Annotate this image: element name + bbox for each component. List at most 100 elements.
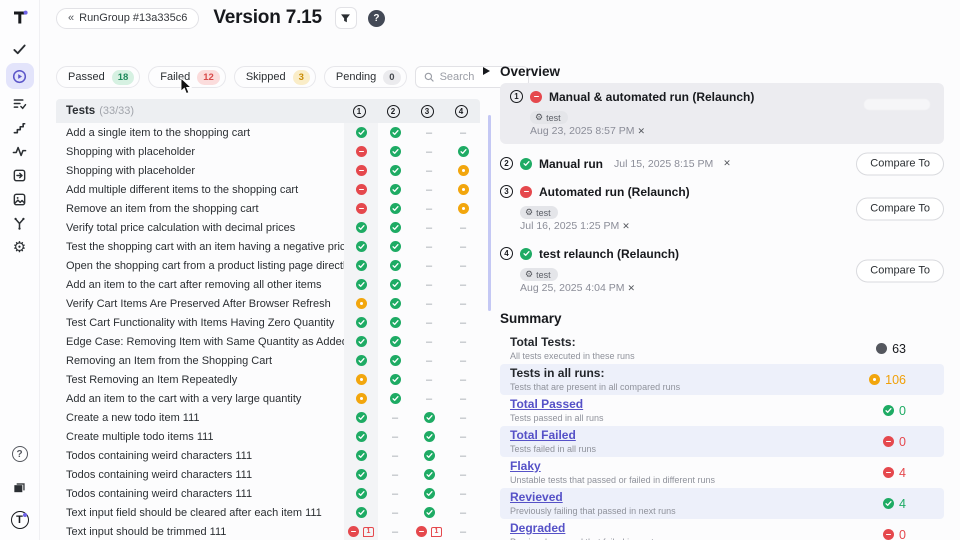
summary-title: Summary xyxy=(500,311,562,326)
summary-label[interactable]: Total Passed xyxy=(510,398,883,411)
passed-icon xyxy=(390,279,401,290)
branch-icon xyxy=(12,216,27,231)
overview-run-3[interactable]: 3Automated run (Relaunch)⚙︎testJul 16, 2… xyxy=(500,180,944,237)
remove-run-icon[interactable]: ✕ xyxy=(638,126,646,137)
table-count: (33/33) xyxy=(99,105,134,117)
summary-desc: Tests failed in all runs xyxy=(510,444,883,454)
test-row[interactable]: Verify total price calculation with deci… xyxy=(56,218,480,237)
overview-run-1[interactable]: 1Manual & automated run (Relaunch)⚙︎test… xyxy=(500,83,944,144)
summary-label: Tests in all runs: xyxy=(510,367,869,380)
hover-ghost xyxy=(864,99,930,110)
test-row[interactable]: Removing an Item from the Shopping Cart–… xyxy=(56,351,480,370)
sidebar-item-branch[interactable] xyxy=(6,211,34,235)
app-logo[interactable] xyxy=(12,0,28,34)
scrollbar-thumb[interactable] xyxy=(488,115,491,311)
comment-count-badge[interactable]: 1 xyxy=(363,527,374,537)
test-name: Shopping with placeholder xyxy=(66,161,344,180)
status-cell xyxy=(446,142,480,161)
sidebar-item-steps[interactable] xyxy=(6,115,34,139)
test-row[interactable]: Text input should be trimmed 1111–1– xyxy=(56,522,480,540)
status-cell xyxy=(344,237,378,256)
no-run-dash: – xyxy=(460,355,466,367)
remove-run-icon[interactable]: ✕ xyxy=(622,221,630,232)
table-header: Tests(33/33) 1234 xyxy=(56,99,480,123)
test-row[interactable]: Test Cart Functionality with Items Havin… xyxy=(56,313,480,332)
filter-button[interactable] xyxy=(335,7,357,29)
no-run-dash: – xyxy=(392,431,398,443)
overview-run-2[interactable]: 2Manual runJul 15, 2025 8:15 PM✕Compare … xyxy=(500,152,944,175)
summary-label[interactable]: Flaky xyxy=(510,460,883,473)
overview-header: Overview xyxy=(500,64,944,79)
passed-icon xyxy=(356,507,367,518)
test-row[interactable]: Add an item to the cart with a very larg… xyxy=(56,389,480,408)
test-row[interactable]: Shopping with placeholder– xyxy=(56,142,480,161)
filter-chip-skipped[interactable]: Skipped3 xyxy=(234,66,316,88)
status-cell: – xyxy=(446,465,480,484)
status-cell: – xyxy=(412,256,446,275)
run-tag[interactable]: ⚙︎test xyxy=(520,206,558,219)
test-row[interactable]: Remove an item from the shopping cart– xyxy=(56,199,480,218)
test-row[interactable]: Add multiple different items to the shop… xyxy=(56,180,480,199)
steps-icon xyxy=(12,120,27,135)
status-cell: – xyxy=(446,370,480,389)
status-cell xyxy=(344,294,378,313)
summary-label[interactable]: Revieved xyxy=(510,491,883,504)
sidebar-item-check[interactable] xyxy=(6,37,34,61)
status-cell: – xyxy=(412,275,446,294)
profile-avatar[interactable]: T xyxy=(6,508,34,532)
test-row[interactable]: Open the shopping cart from a product li… xyxy=(56,256,480,275)
test-row[interactable]: Test Removing an Item Repeatedly–– xyxy=(56,370,480,389)
test-row[interactable]: Add a single item to the shopping cart–– xyxy=(56,123,480,142)
sidebar-item-gear[interactable]: ⚙︎ xyxy=(6,235,34,259)
run-date: Aug 25, 2025 4:04 PM xyxy=(520,282,625,294)
sidebar-item-image[interactable] xyxy=(6,187,34,211)
test-row[interactable]: Create multiple todo items 111–– xyxy=(56,427,480,446)
summary-value: 4 xyxy=(899,497,906,511)
filter-chip-passed[interactable]: Passed18 xyxy=(56,66,140,88)
summary-row: Total Tests:All tests executed in these … xyxy=(500,333,944,364)
remove-run-icon[interactable]: ✕ xyxy=(628,283,636,294)
sidebar-item-box-arrow-in[interactable] xyxy=(6,163,34,187)
collapse-triangle-icon[interactable] xyxy=(483,67,490,75)
back-to-rungroup-button[interactable]: « RunGroup #13a335c6 xyxy=(56,8,199,29)
help-circle-icon[interactable]: ? xyxy=(6,442,34,466)
test-row[interactable]: Todos containing weird characters 111–– xyxy=(56,465,480,484)
tests-panel: Passed18 Failed12 Skipped3 Pending0 Tests(3… xyxy=(56,36,480,540)
compare-to-button[interactable]: Compare To xyxy=(856,259,944,282)
failed-icon xyxy=(356,146,367,157)
status-cell: – xyxy=(446,294,480,313)
filter-chip-pending[interactable]: Pending0 xyxy=(324,66,407,88)
summary-value: 63 xyxy=(892,342,906,356)
status-cell xyxy=(378,313,412,332)
filter-chip-failed[interactable]: Failed12 xyxy=(148,66,226,88)
search-icon xyxy=(424,72,434,82)
test-row[interactable]: Test the shopping cart with an item havi… xyxy=(56,237,480,256)
test-row[interactable]: Shopping with placeholder– xyxy=(56,161,480,180)
test-name: Test the shopping cart with an item havi… xyxy=(66,237,344,256)
library-icon[interactable] xyxy=(6,475,34,499)
test-row[interactable]: Verify Cart Items Are Preserved After Br… xyxy=(56,294,480,313)
sidebar-item-list-check[interactable] xyxy=(6,91,34,115)
sidebar-item-play-circle[interactable] xyxy=(6,63,34,89)
overview-run-4[interactable]: 4test relaunch (Relaunch)⚙︎testAug 25, 2… xyxy=(500,242,944,299)
test-row[interactable]: Text input field should be cleared after… xyxy=(56,503,480,522)
summary-label[interactable]: Total Failed xyxy=(510,429,883,442)
passed-icon xyxy=(424,431,435,442)
summary-label[interactable]: Degraded xyxy=(510,522,883,535)
sidebar-item-activity[interactable] xyxy=(6,139,34,163)
run-tag[interactable]: ⚙︎test xyxy=(530,111,568,124)
test-row[interactable]: Edge Case: Removing Item with Same Quant… xyxy=(56,332,480,351)
passed-icon xyxy=(390,203,401,214)
passed-icon xyxy=(520,158,532,170)
comment-count-badge[interactable]: 1 xyxy=(431,527,442,537)
test-row[interactable]: Todos containing weird characters 111–– xyxy=(56,446,480,465)
remove-run-icon[interactable]: ✕ xyxy=(723,158,731,169)
run-tag[interactable]: ⚙︎test xyxy=(520,268,558,281)
test-row[interactable]: Create a new todo item 111–– xyxy=(56,408,480,427)
test-row[interactable]: Todos containing weird characters 111–– xyxy=(56,484,480,503)
compare-to-button[interactable]: Compare To xyxy=(856,197,944,220)
test-name: Edge Case: Removing Item with Same Quant… xyxy=(66,332,344,351)
help-button[interactable]: ? xyxy=(368,10,385,27)
test-row[interactable]: Add an item to the cart after removing a… xyxy=(56,275,480,294)
compare-to-button[interactable]: Compare To xyxy=(856,152,944,175)
